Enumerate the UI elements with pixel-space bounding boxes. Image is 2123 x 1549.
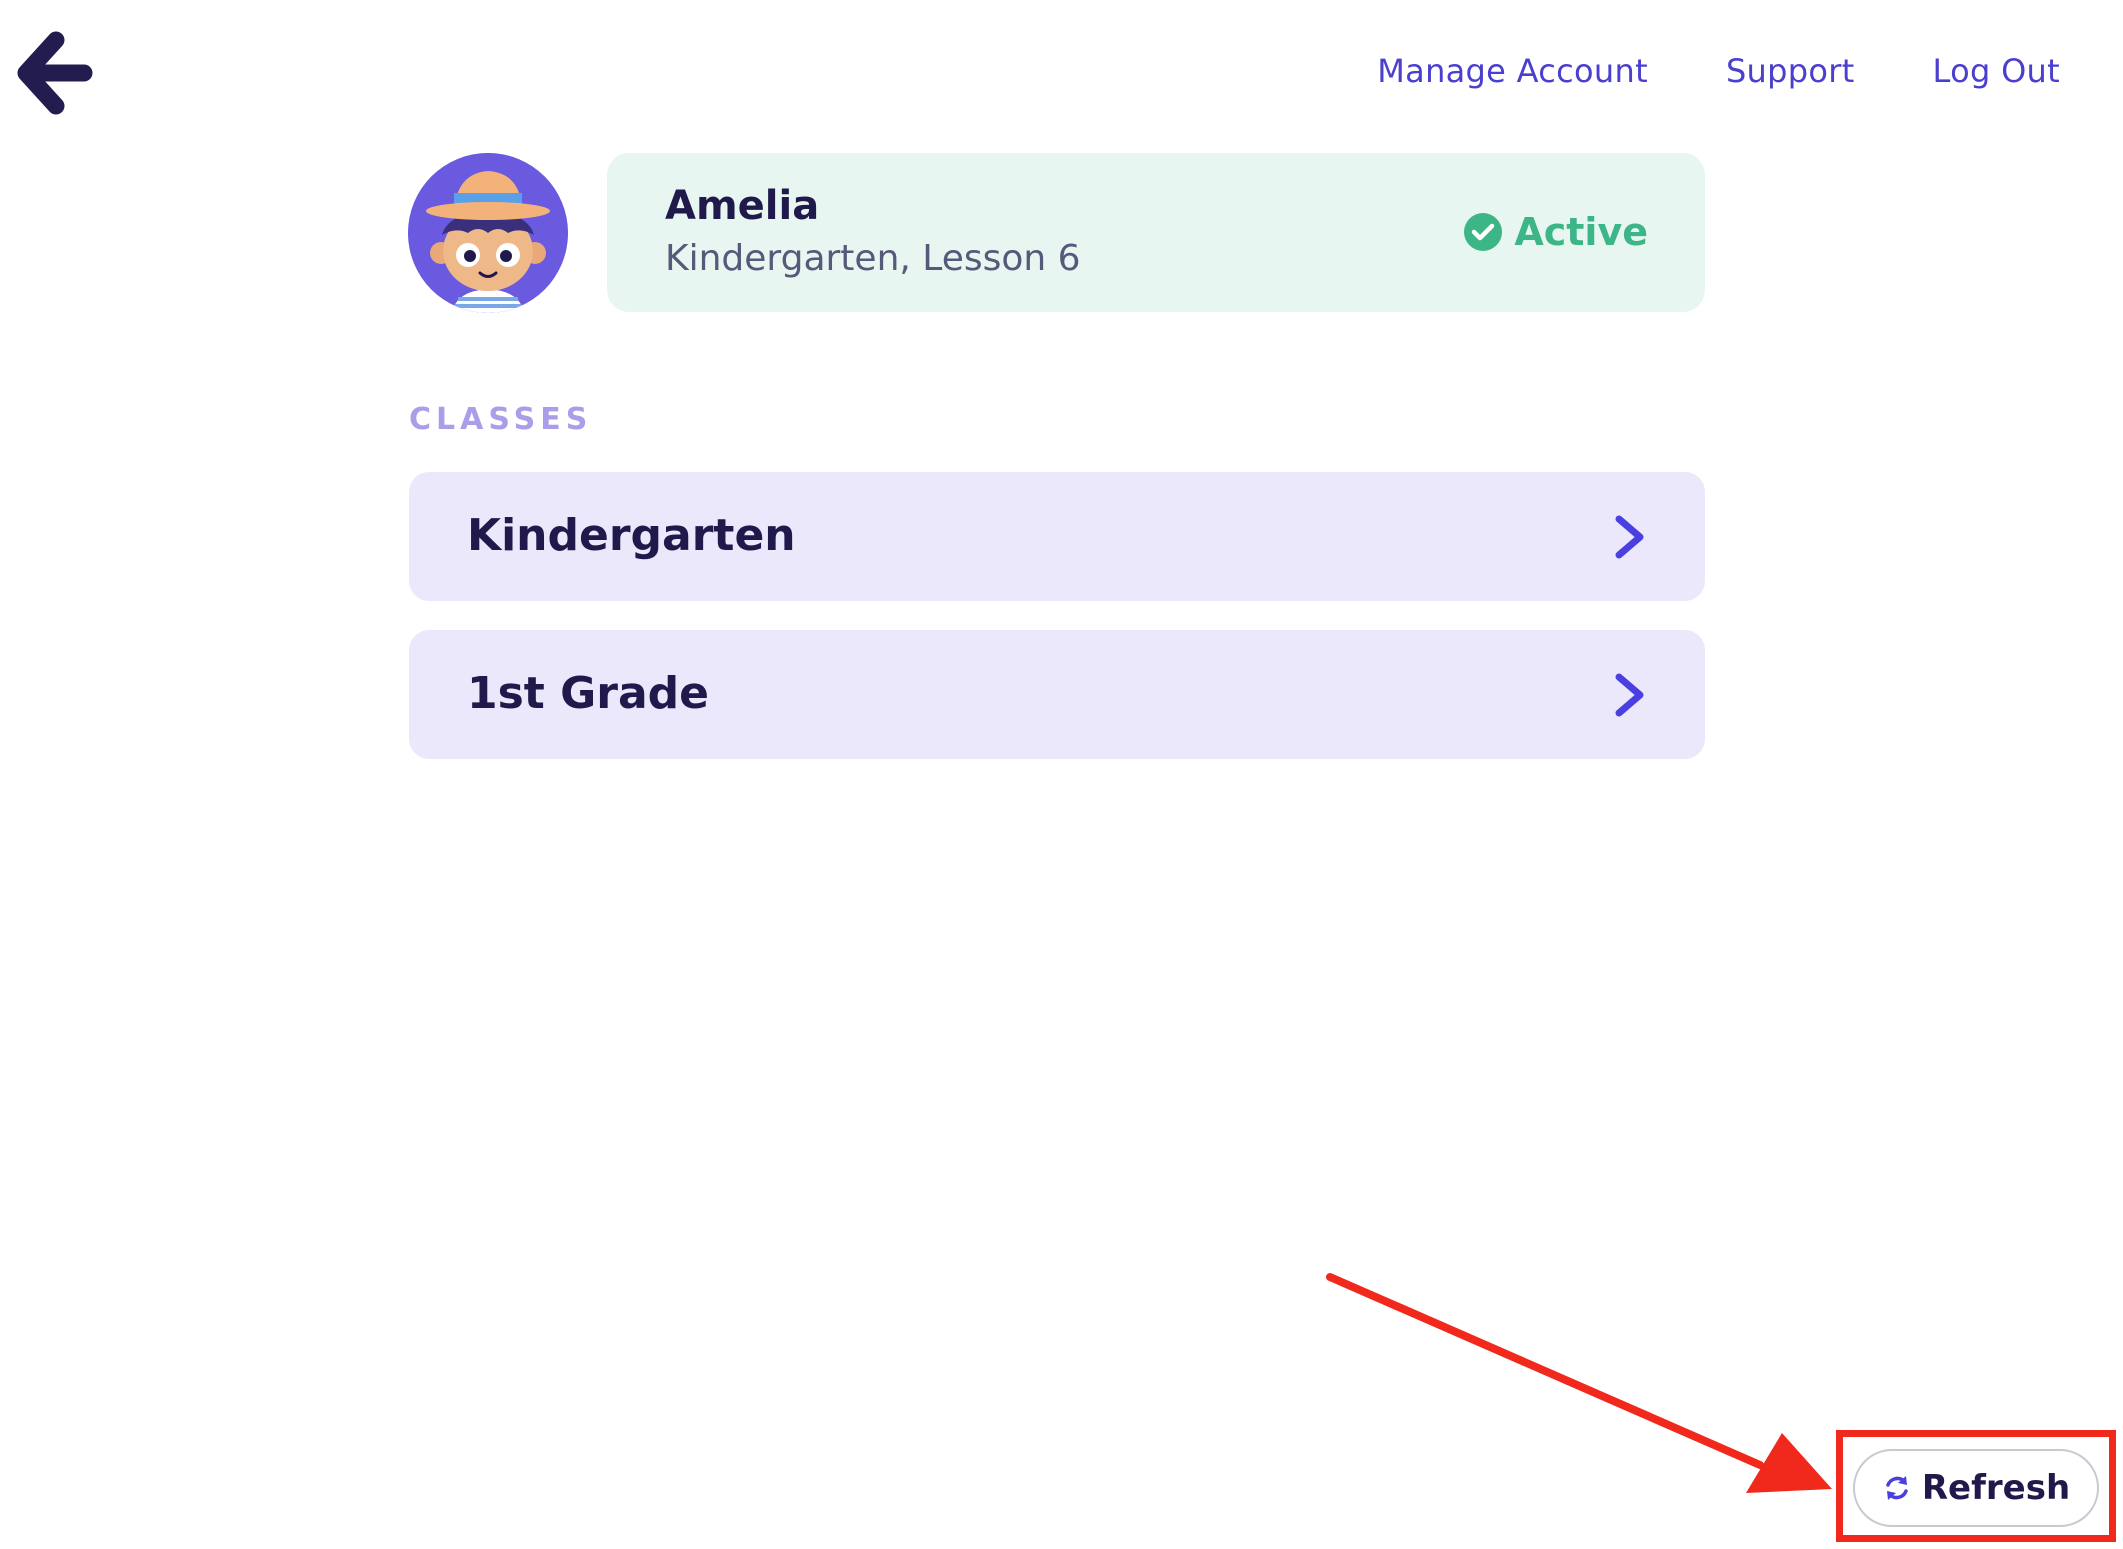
log-out-link[interactable]: Log Out [1933, 52, 2060, 90]
status-badge: Active [1464, 210, 1648, 254]
refresh-button[interactable]: Refresh [1853, 1449, 2099, 1527]
class-item-label: Kindergarten [467, 510, 796, 561]
chevron-right-icon [1613, 672, 1647, 718]
page: Manage Account Support Log Out Amelia Ki… [0, 0, 2123, 1549]
annotation-arrow [1320, 1265, 1840, 1505]
child-avatar-icon [408, 153, 568, 313]
top-nav: Manage Account Support Log Out [1377, 52, 2060, 90]
support-link[interactable]: Support [1726, 52, 1855, 90]
refresh-icon [1886, 1476, 1908, 1500]
refresh-label: Refresh [1921, 1468, 2071, 1508]
status-label: Active [1514, 210, 1648, 254]
classes-heading: CLASSES [409, 402, 593, 437]
student-profile-card[interactable]: Amelia Kindergarten, Lesson 6 Active [607, 153, 1705, 312]
chevron-right-icon [1613, 514, 1647, 560]
arrow-left-icon [17, 31, 93, 115]
avatar [408, 153, 568, 313]
class-item-1st-grade[interactable]: 1st Grade [409, 630, 1705, 759]
back-button[interactable] [14, 30, 94, 116]
class-item-kindergarten[interactable]: Kindergarten [409, 472, 1705, 601]
class-item-label: 1st Grade [467, 668, 709, 719]
student-name: Amelia [665, 183, 820, 229]
student-progress: Kindergarten, Lesson 6 [665, 238, 1081, 279]
manage-account-link[interactable]: Manage Account [1377, 52, 1648, 90]
check-circle-icon [1464, 213, 1503, 251]
